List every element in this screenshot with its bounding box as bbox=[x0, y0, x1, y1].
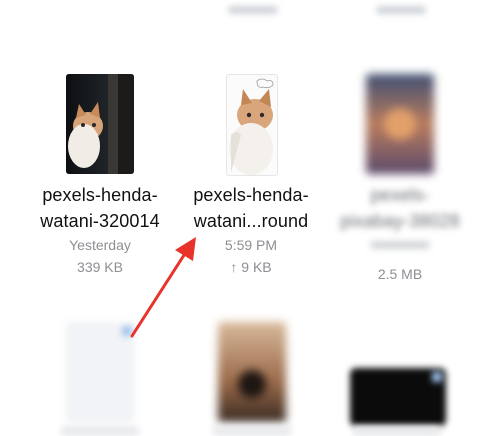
file-size: 9 KB bbox=[241, 259, 272, 275]
file-item-2[interactable]: pexels-henda- watani...round 5:59 PM ↑ 9… bbox=[180, 182, 322, 278]
bottom-caption-1 bbox=[60, 426, 140, 436]
top-row-caption-2 bbox=[376, 6, 426, 20]
file-size: 2.5 MB bbox=[377, 266, 423, 282]
file-thumbnail-blurred-6[interactable] bbox=[350, 368, 446, 426]
file-name-line-2: watani...round bbox=[193, 211, 309, 231]
top-row-caption-1 bbox=[228, 6, 278, 20]
cat-photo-cutout bbox=[229, 78, 274, 175]
file-name-line-1: pexels- bbox=[370, 185, 430, 205]
file-size: 339 KB bbox=[77, 259, 123, 275]
file-item-3[interactable]: pexels- pixabay-38028 2.5 MB bbox=[330, 182, 470, 285]
file-date-placeholder bbox=[330, 241, 470, 263]
bottom-caption-3 bbox=[352, 426, 442, 436]
file-name-line-2: pixabay-38028 bbox=[340, 211, 460, 231]
file-item-1[interactable]: pexels-henda- watani-320014 Yesterday 33… bbox=[30, 182, 170, 278]
file-thumbnail-cat-dark[interactable] bbox=[66, 74, 134, 174]
file-name-line-2: watani-320014 bbox=[40, 211, 160, 231]
file-date: Yesterday bbox=[69, 237, 131, 253]
blurred-photo-6 bbox=[350, 368, 446, 426]
file-thumbnail-blurred-3[interactable] bbox=[366, 74, 434, 174]
file-size-row: ↑ 9 KB bbox=[180, 256, 322, 278]
file-name-line-1: pexels-henda- bbox=[193, 185, 309, 205]
file-time: 5:59 PM bbox=[224, 237, 278, 253]
blurred-photo-5 bbox=[218, 322, 286, 422]
blurred-photo-3 bbox=[366, 74, 434, 174]
arrow-up-icon: ↑ bbox=[230, 259, 238, 275]
cat-photo-dark bbox=[66, 74, 134, 174]
file-thumbnail-blurred-4[interactable] bbox=[66, 322, 134, 422]
file-thumbnail-blurred-5[interactable] bbox=[218, 322, 286, 422]
file-thumbnail-cat-cutout[interactable] bbox=[226, 74, 278, 176]
bottom-caption-2 bbox=[212, 426, 292, 436]
file-name-line-1: pexels-henda- bbox=[42, 185, 158, 205]
blurred-photo-4 bbox=[66, 322, 134, 422]
